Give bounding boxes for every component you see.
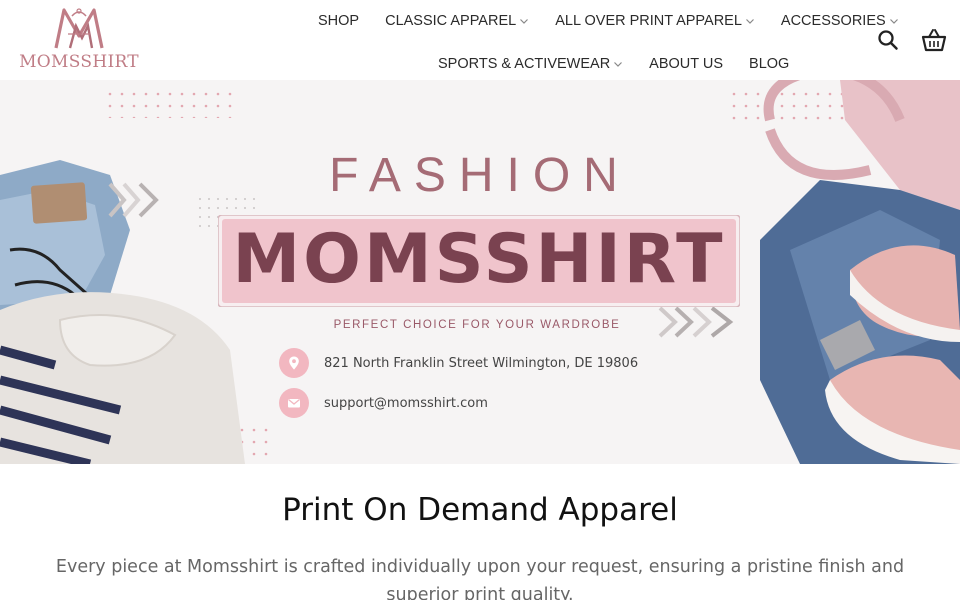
nav-label: SPORTS & ACTIVEWEAR: [438, 56, 611, 72]
chevron-down-icon: [745, 16, 755, 26]
hero-tagline: PERFECT CHOICE FOR YOUR WARDROBE: [333, 319, 621, 331]
nav-label: BLOG: [749, 56, 790, 72]
nav-label: SHOP: [318, 13, 360, 29]
nav-all-over-print-apparel[interactable]: ALL OVER PRINT APPAREL: [542, 13, 768, 29]
envelope-icon: [279, 388, 309, 418]
section-title: Print On Demand Apparel: [282, 492, 678, 528]
nav-blog[interactable]: BLOG: [736, 56, 802, 72]
site-header: MOMSSHIRT SHOP CLASSIC APPAREL ALL OVER …: [0, 0, 960, 80]
site-logo[interactable]: MOMSSHIRT: [16, 6, 142, 74]
search-icon[interactable]: [876, 28, 900, 52]
hero-title: FASHION: [329, 149, 631, 202]
chevron-down-icon: [519, 16, 529, 26]
nav-shop[interactable]: SHOP: [305, 13, 372, 29]
nav-label: CLASSIC APPAREL: [385, 13, 517, 29]
section-description: Every piece at Momsshirt is crafted indi…: [55, 557, 905, 600]
hero-address: 821 North Franklin Street Wilmington, DE…: [279, 348, 638, 378]
nav-classic-apparel[interactable]: CLASSIC APPAREL: [372, 13, 542, 29]
logo-text: MOMSSHIRT: [19, 52, 139, 72]
location-pin-icon: [279, 348, 309, 378]
nav-sports-activewear[interactable]: SPORTS & ACTIVEWEAR: [425, 56, 636, 72]
main-nav-row-1: SHOP CLASSIC APPAREL ALL OVER PRINT APPA…: [305, 9, 912, 33]
main-nav-row-2: SPORTS & ACTIVEWEAR ABOUT US BLOG: [425, 52, 802, 76]
cart-icon[interactable]: [921, 27, 947, 52]
nav-about-us[interactable]: ABOUT US: [636, 56, 736, 72]
hero-banner[interactable]: FASHION MOMSSHIRT PERFECT CHOICE FOR YOU…: [0, 80, 960, 464]
chevron-down-icon: [889, 16, 899, 26]
nav-label: ACCESSORIES: [780, 13, 886, 29]
hero-email[interactable]: support@momsshirt.com: [279, 388, 488, 418]
email-text[interactable]: support@momsshirt.com: [324, 396, 488, 411]
nav-label: ABOUT US: [649, 56, 724, 72]
logo-monogram-icon: [54, 8, 104, 49]
chevron-down-icon: [613, 59, 623, 69]
address-text: 821 North Franklin Street Wilmington, DE…: [324, 355, 639, 371]
nav-accessories[interactable]: ACCESSORIES: [768, 13, 912, 29]
hero-brand-text: MOMSSHIRT: [232, 220, 726, 299]
nav-label: ALL OVER PRINT APPAREL: [555, 13, 742, 29]
